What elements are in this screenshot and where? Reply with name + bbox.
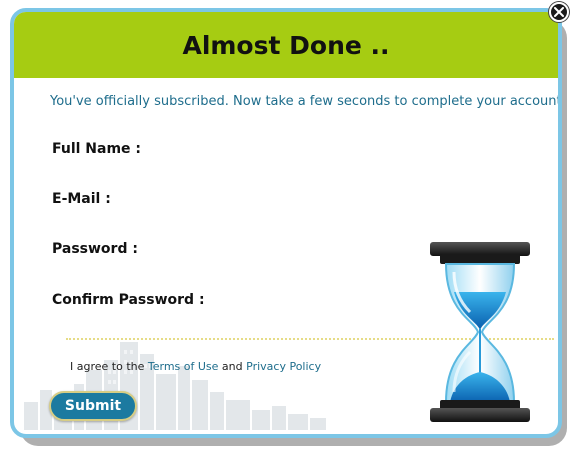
password-label: Password :	[52, 241, 138, 257]
agreement-text: I agree to the Terms of Use and Privacy …	[70, 360, 321, 373]
close-button[interactable]	[549, 2, 569, 22]
agreement-prefix: I agree to the	[70, 360, 148, 373]
submit-button[interactable]: Submit	[49, 391, 137, 421]
terms-of-use-link[interactable]: Terms of Use	[148, 360, 219, 373]
modal-header: Almost Done ..	[14, 12, 558, 78]
modal-title: Almost Done ..	[182, 30, 390, 60]
email-label: E-Mail :	[52, 191, 111, 207]
agreement-middle: and	[218, 360, 247, 373]
full-name-label: Full Name :	[52, 141, 142, 157]
confirm-password-label: Confirm Password :	[52, 292, 205, 308]
close-icon	[554, 7, 564, 17]
hourglass-icon	[430, 242, 530, 422]
privacy-policy-link[interactable]: Privacy Policy	[246, 360, 321, 373]
subscribe-message: You've officially subscribed. Now take a…	[50, 94, 562, 109]
